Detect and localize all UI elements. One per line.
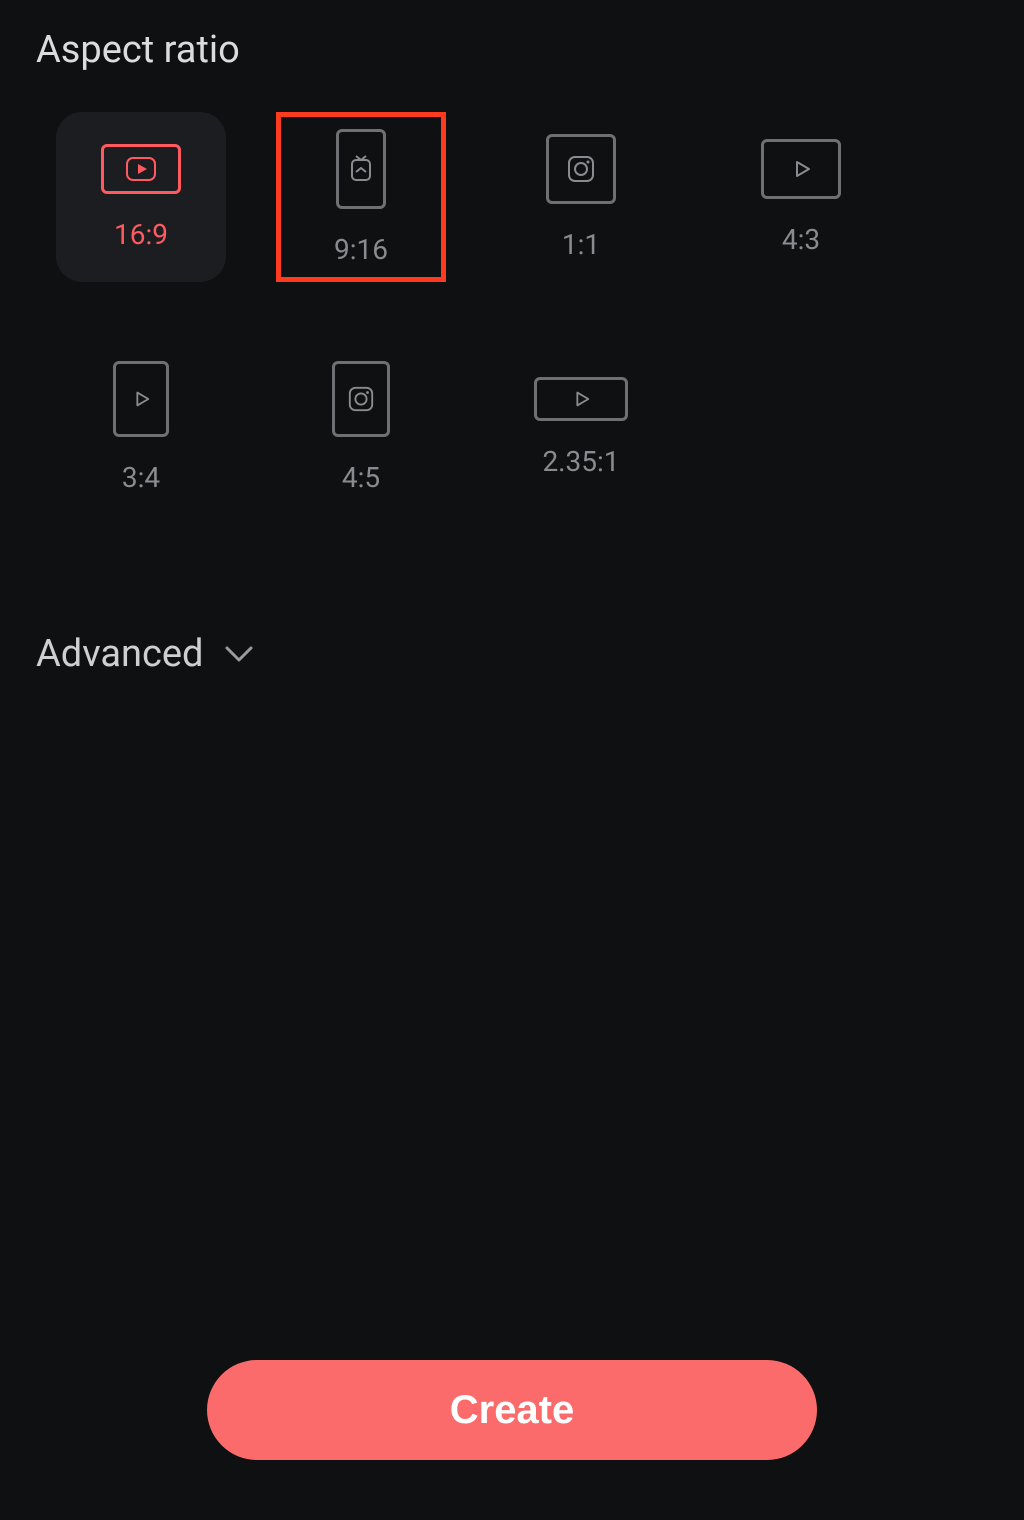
youtube-play-icon [101,144,181,194]
instagram-icon [546,134,616,204]
ratio-label: 3:4 [122,461,160,494]
ratio-label: 2.35:1 [542,445,619,478]
play-icon [761,139,841,199]
ratio-label: 9:16 [334,233,388,266]
ratio-label: 4:3 [782,223,820,256]
instagram-icon [332,361,390,437]
play-icon [113,361,169,437]
ratio-option-3-4[interactable]: 3:4 [56,342,226,512]
ratio-label: 1:1 [562,228,600,261]
create-button[interactable]: Create [207,1360,817,1460]
ratio-option-16-9[interactable]: 16:9 [56,112,226,282]
play-icon [534,377,628,421]
ratio-option-4-3[interactable]: 4:3 [716,112,886,282]
ratio-label: 16:9 [114,218,168,251]
ratio-option-4-5[interactable]: 4:5 [276,342,446,512]
ratio-option-2-35-1[interactable]: 2.35:1 [496,342,666,512]
igtv-icon [336,129,386,209]
chevron-down-icon [223,644,255,664]
advanced-label: Advanced [36,632,203,676]
ratio-option-1-1[interactable]: 1:1 [496,112,666,282]
aspect-ratio-grid: 16:9 9:16 1:1 [36,112,988,512]
section-title: Aspect ratio [36,28,988,72]
ratio-label: 4:5 [342,461,380,494]
ratio-option-9-16[interactable]: 9:16 [276,112,446,282]
advanced-toggle[interactable]: Advanced [36,632,988,676]
